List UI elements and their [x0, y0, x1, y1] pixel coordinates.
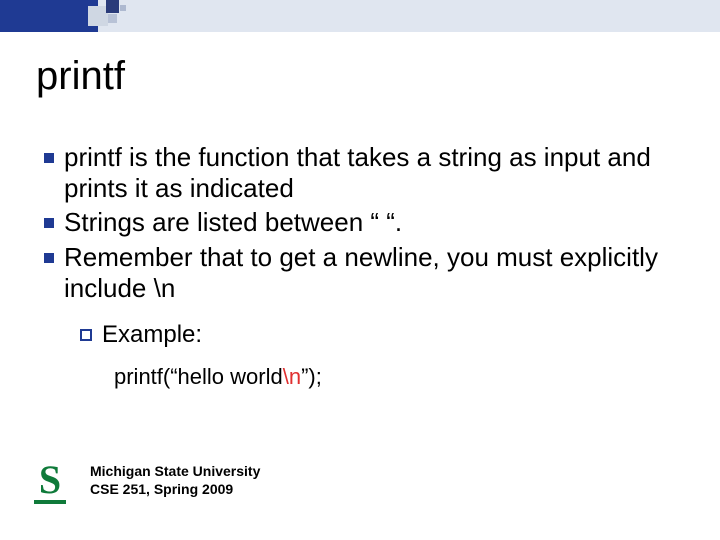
decor-square-icon — [106, 0, 119, 13]
bullet-item: printf is the function that takes a stri… — [44, 142, 684, 203]
decor-square-icon — [88, 6, 108, 26]
bullet-text: printf is the function that takes a stri… — [64, 142, 684, 203]
footer: Michigan State University CSE 251, Sprin… — [90, 462, 260, 498]
footer-line-2: CSE 251, Spring 2009 — [90, 480, 260, 498]
bullet-icon — [44, 153, 54, 163]
decor-square-icon — [120, 5, 126, 11]
logo-letter: S — [30, 460, 70, 500]
msu-logo: S — [30, 460, 70, 504]
bullet-item: Strings are listed between “ “. — [44, 207, 684, 238]
sub-bullet-item: Example: — [80, 321, 684, 349]
code-suffix: ”); — [301, 364, 322, 389]
hollow-square-icon — [80, 329, 92, 341]
bullet-text: Strings are listed between “ “. — [64, 207, 684, 238]
example-code: printf(“hello world\n”); — [114, 364, 684, 390]
bullet-icon — [44, 218, 54, 228]
code-prefix: printf(“hello world — [114, 364, 283, 389]
code-newline: \n — [283, 364, 301, 389]
slide: printf printf is the function that takes… — [0, 0, 720, 540]
decor-square-icon — [108, 14, 117, 23]
logo-underline — [34, 500, 66, 504]
bullet-icon — [44, 253, 54, 263]
sub-bullet-text: Example: — [102, 321, 202, 349]
slide-body: printf is the function that takes a stri… — [44, 142, 684, 390]
slide-title: printf — [36, 54, 125, 99]
title-bar — [0, 0, 720, 32]
title-bar-fill — [98, 0, 720, 32]
bullet-item: Remember that to get a newline, you must… — [44, 242, 684, 303]
bullet-text: Remember that to get a newline, you must… — [64, 242, 684, 303]
footer-line-1: Michigan State University — [90, 462, 260, 480]
title-bar-accent — [0, 0, 98, 32]
